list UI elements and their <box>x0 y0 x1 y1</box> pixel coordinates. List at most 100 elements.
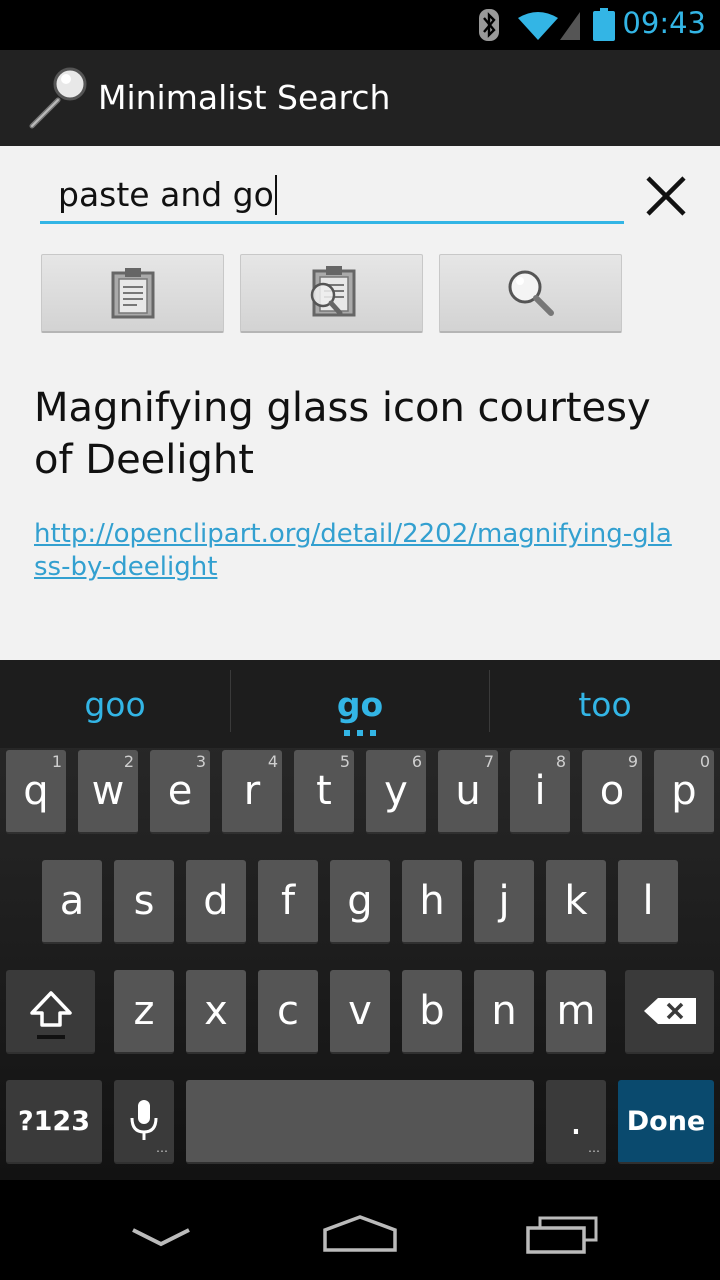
more-suggestions-indicator <box>344 730 376 736</box>
key-a[interactable]: a <box>42 860 102 944</box>
key-label: a <box>59 878 85 924</box>
wifi-signal-icon <box>518 12 580 40</box>
more-options-indicator: ⋯ <box>156 1144 168 1158</box>
key-label: d <box>203 878 229 924</box>
key-hint: 9 <box>627 752 638 771</box>
key-label: g <box>347 878 373 924</box>
key-g[interactable]: g <box>330 860 390 944</box>
key-label: x <box>204 988 228 1034</box>
key-label: u <box>455 768 481 814</box>
shift-key[interactable] <box>6 970 95 1054</box>
bluetooth-icon <box>479 9 499 41</box>
action-bar: Minimalist Search <box>0 50 720 146</box>
key-v[interactable]: v <box>330 970 390 1054</box>
key-label: e <box>167 768 193 814</box>
key-c[interactable]: c <box>258 970 318 1054</box>
backspace-key[interactable] <box>625 970 714 1054</box>
app-magnifying-glass-icon <box>29 67 87 129</box>
back-icon[interactable] <box>130 1226 192 1250</box>
key-label: p <box>671 768 697 814</box>
clear-icon[interactable] <box>640 170 692 222</box>
clock: 09:43 <box>622 6 706 40</box>
main-content: paste and go Magnifying glass icon court… <box>0 146 720 660</box>
status-bar: 09:43 <box>0 0 720 50</box>
key-label: v <box>348 988 372 1034</box>
key-d[interactable]: d <box>186 860 246 944</box>
key-label: z <box>133 988 155 1034</box>
credit-text: Magnifying glass icon courtesy of Deelig… <box>34 385 651 483</box>
suggestion-right[interactable]: too <box>490 660 720 748</box>
more-options-indicator: ⋯ <box>588 1144 600 1158</box>
home-icon[interactable] <box>322 1214 398 1254</box>
key-hint: 5 <box>339 752 350 771</box>
key-l[interactable]: l <box>618 860 678 944</box>
key-u[interactable]: u7 <box>438 750 498 834</box>
microphone-icon <box>130 1100 158 1140</box>
period-key[interactable]: . ⋯ <box>546 1080 606 1164</box>
paste-and-search-button[interactable] <box>240 254 423 333</box>
suggestion-strip: goo go too <box>0 660 720 748</box>
key-h[interactable]: h <box>402 860 462 944</box>
backspace-icon <box>643 998 696 1024</box>
navigation-bar <box>0 1180 720 1280</box>
voice-input-key[interactable]: ⋯ <box>114 1080 174 1164</box>
key-label: q <box>23 768 49 814</box>
key-label: k <box>564 878 588 924</box>
key-label: j <box>498 878 510 924</box>
soft-keyboard: goo go too ?123 ⋯ . ⋯ Done q 1 w 2 e 3 r… <box>0 660 720 1180</box>
key-s[interactable]: s <box>114 860 174 944</box>
symbols-key[interactable]: ?123 <box>6 1080 102 1164</box>
key-hint: 8 <box>555 752 566 771</box>
key-x[interactable]: x <box>186 970 246 1054</box>
search-button[interactable] <box>439 254 622 333</box>
key-hint: 0 <box>699 752 710 771</box>
key-q[interactable]: q1 <box>6 750 66 834</box>
key-r[interactable]: r4 <box>222 750 282 834</box>
key-label: h <box>419 878 445 924</box>
magnifier-icon <box>508 270 554 316</box>
key-t[interactable]: t5 <box>294 750 354 834</box>
key-w[interactable]: w2 <box>78 750 138 834</box>
key-hint: 2 <box>123 752 134 771</box>
key-m[interactable]: m <box>546 970 606 1054</box>
key-o[interactable]: o9 <box>582 750 642 834</box>
key-label: c <box>277 988 299 1034</box>
key-label: o <box>599 768 625 814</box>
recent-apps-icon[interactable] <box>526 1216 598 1254</box>
shift-icon <box>29 991 72 1039</box>
key-hint: 6 <box>411 752 422 771</box>
clipboard-icon <box>111 268 154 319</box>
key-n[interactable]: n <box>474 970 534 1054</box>
key-z[interactable]: z <box>114 970 174 1054</box>
key-label: f <box>280 878 296 924</box>
key-i[interactable]: i8 <box>510 750 570 834</box>
key-f[interactable]: f <box>258 860 318 944</box>
paste-button[interactable] <box>41 254 224 333</box>
key-k[interactable]: k <box>546 860 606 944</box>
key-e[interactable]: e3 <box>150 750 210 834</box>
key-label: l <box>642 878 654 924</box>
key-y[interactable]: y6 <box>366 750 426 834</box>
key-label: t <box>316 768 332 814</box>
search-input[interactable]: paste and go <box>40 168 624 224</box>
app-title: Minimalist Search <box>98 78 391 117</box>
space-key[interactable] <box>186 1080 534 1164</box>
key-label: b <box>419 988 445 1034</box>
key-hint: 7 <box>483 752 494 771</box>
key-p[interactable]: p0 <box>654 750 714 834</box>
key-b[interactable]: b <box>402 970 462 1054</box>
key-label: n <box>491 988 517 1034</box>
credit-link[interactable]: http://openclipart.org/detail/2202/magni… <box>34 518 674 584</box>
period-label: . <box>569 1098 583 1144</box>
key-label: w <box>91 768 125 814</box>
key-label: m <box>556 988 596 1034</box>
key-j[interactable]: j <box>474 860 534 944</box>
suggestion-left[interactable]: goo <box>0 660 230 748</box>
key-label: r <box>243 768 261 814</box>
key-hint: 1 <box>51 752 62 771</box>
key-label: s <box>133 878 155 924</box>
done-key[interactable]: Done <box>618 1080 714 1164</box>
key-hint: 3 <box>195 752 206 771</box>
battery-icon <box>593 8 615 41</box>
key-label: y <box>384 768 408 814</box>
